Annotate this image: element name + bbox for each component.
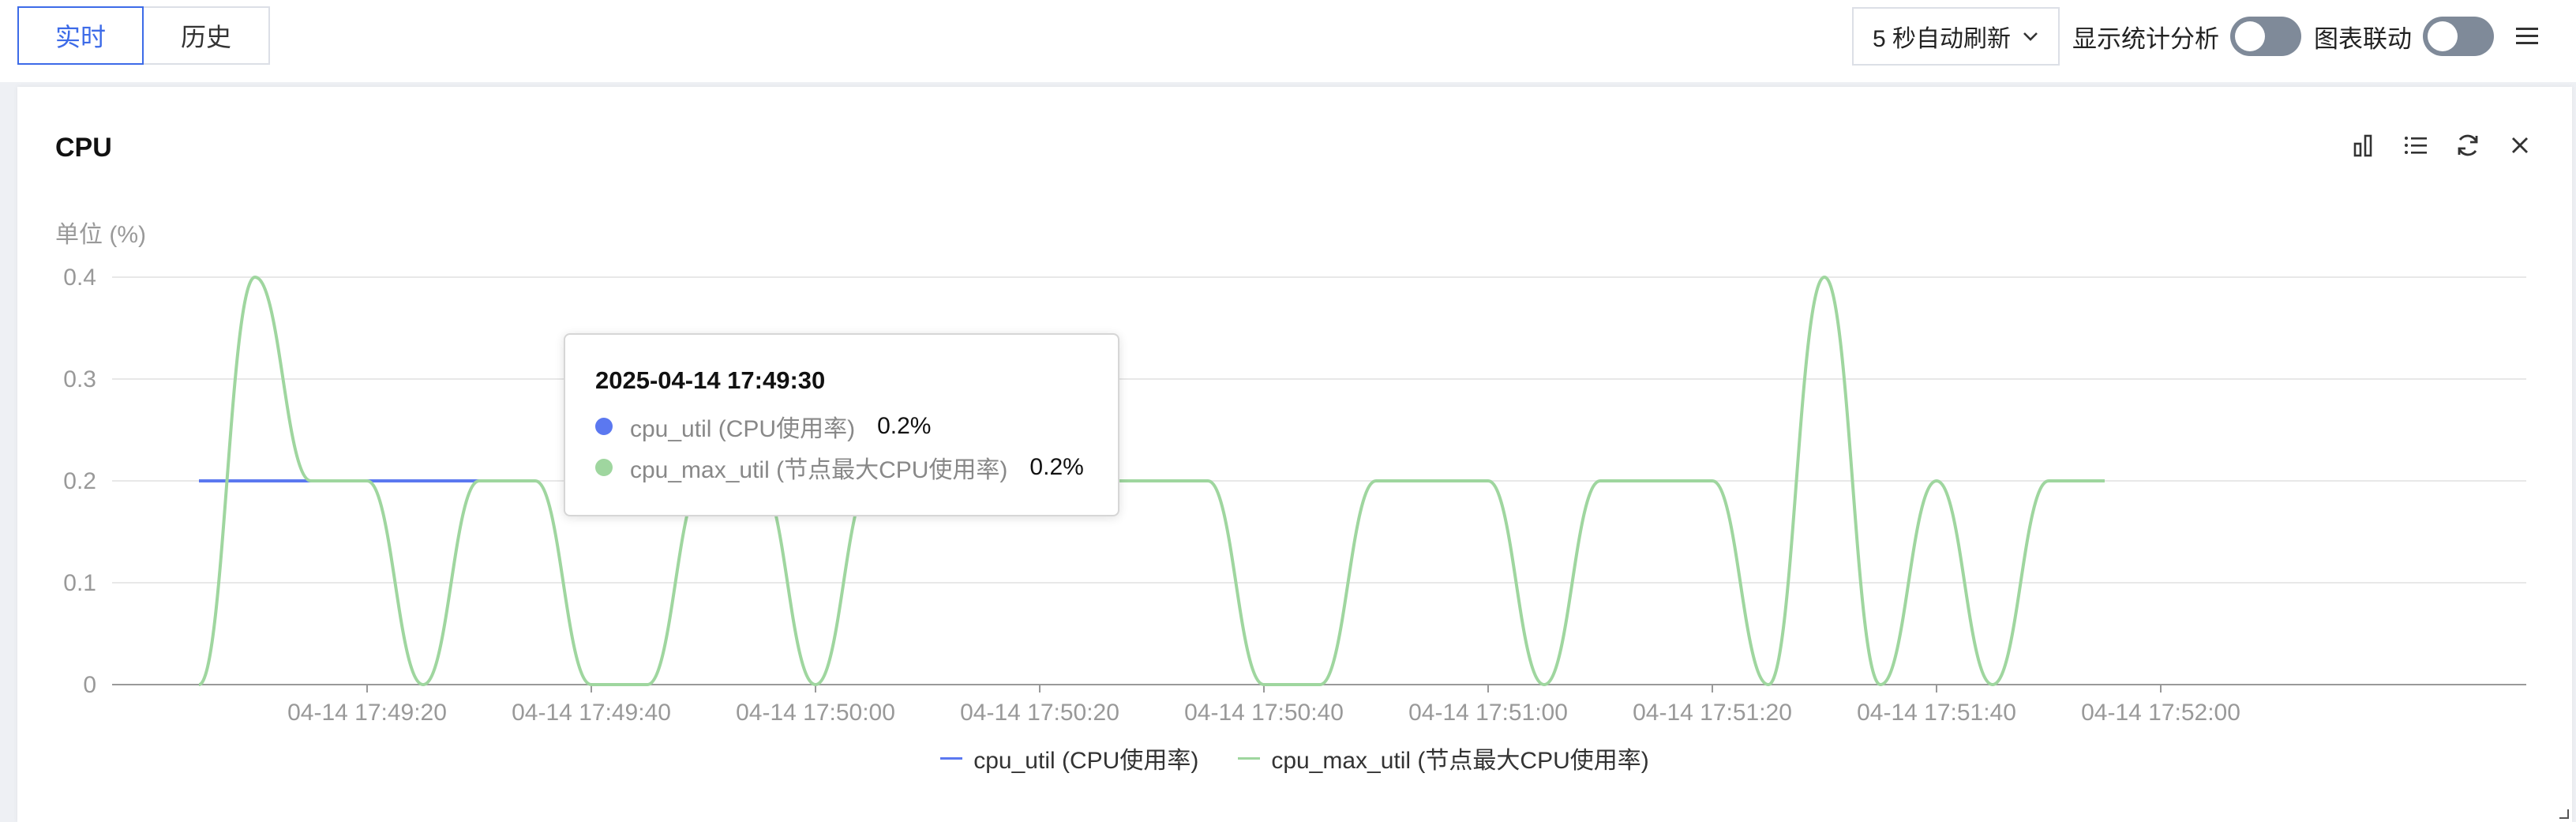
legend-item-cpu-max-util[interactable]: cpu_max_util (节点最大CPU使用率) [1238,741,1649,775]
x-tick-label: 04-14 17:50:00 [736,700,895,726]
x-tick-label: 04-14 17:51:40 [1857,700,2016,726]
toolbar-right: 5 秒自动刷新 显示统计分析 图表联动 [1851,6,2540,66]
y-tick-label: 0 [83,672,96,698]
x-tick-label: 04-14 17:51:20 [1633,700,1792,726]
tooltip-series-value: 0.2% [877,413,932,439]
toggle-knob [2428,21,2458,51]
tooltip-date: 2025-04-14 17:49:30 [595,366,826,394]
cpu-chart-card: CPU 单位 (%) 0 0.1 0.2 0.3 0.4 04-14 17:49… [17,87,2572,822]
chart-tooltip: 2025-04-14 17:49:30 cpu_util (CPU使用率) 0.… [564,333,1119,516]
refresh-interval-value: 5 秒自动刷新 [1872,26,2011,52]
cpu-line-chart: 0 0.1 0.2 0.3 0.4 04-14 17:49:20 04-14 17:49:4… [63,265,2526,726]
menu-icon[interactable] [2514,24,2540,48]
x-tick-label: 04-14 17:49:40 [512,700,671,726]
x-tick-label: 04-14 17:49:20 [287,700,447,726]
y-tick-label: 0.1 [63,570,96,596]
x-tick-label: 04-14 17:50:40 [1184,700,1344,726]
tooltip-series-name: cpu_max_util (节点最大CPU使用率) [630,457,1008,483]
stats-toggle-label: 显示统计分析 [2072,24,2219,53]
x-tick-label: 04-14 17:51:00 [1408,700,1568,726]
tooltip-series-value: 0.2% [1029,454,1084,480]
toggle-knob [2235,21,2265,51]
tab-history[interactable]: 历史 [144,6,270,65]
y-tick-label: 0.3 [63,366,96,392]
legend-label: cpu_max_util (节点最大CPU使用率) [1271,748,1649,774]
refresh-interval-select[interactable]: 5 秒自动刷新 [1851,7,2060,66]
tooltip-series-name: cpu_util (CPU使用率) [630,416,856,442]
x-tick-label: 04-14 17:50:20 [960,700,1119,726]
y-tick-label: 0.2 [63,468,96,494]
y-tick-label: 0.4 [63,265,96,291]
series-dot-cpu-max-util [595,459,613,476]
series-dot-cpu-util [595,418,613,435]
chart-legend: cpu_util (CPU使用率) cpu_max_util (节点最大CPU使… [17,741,2572,775]
top-toolbar: 实时 历史 5 秒自动刷新 显示统计分析 图表联动 [0,0,2576,82]
tooltip-row: cpu_util (CPU使用率) 0.2% [595,406,1088,447]
chevron-down-icon [2023,32,2038,41]
x-tick-label: 04-14 17:52:00 [2081,700,2240,726]
legend-line [1238,756,1261,760]
stats-toggle[interactable] [2230,17,2301,56]
legend-line [940,756,963,760]
chart-link-toggle[interactable] [2423,17,2494,56]
tooltip-row: cpu_max_util (节点最大CPU使用率) 0.2% [595,447,1088,488]
tab-realtime[interactable]: 实时 [17,6,144,65]
resize-handle-icon[interactable] [2558,808,2569,819]
legend-label: cpu_util (CPU使用率) [973,748,1199,774]
link-toggle-label: 图表联动 [2314,24,2412,53]
legend-item-cpu-util[interactable]: cpu_util (CPU使用率) [940,741,1198,775]
mode-tabs: 实时 历史 [17,6,270,65]
